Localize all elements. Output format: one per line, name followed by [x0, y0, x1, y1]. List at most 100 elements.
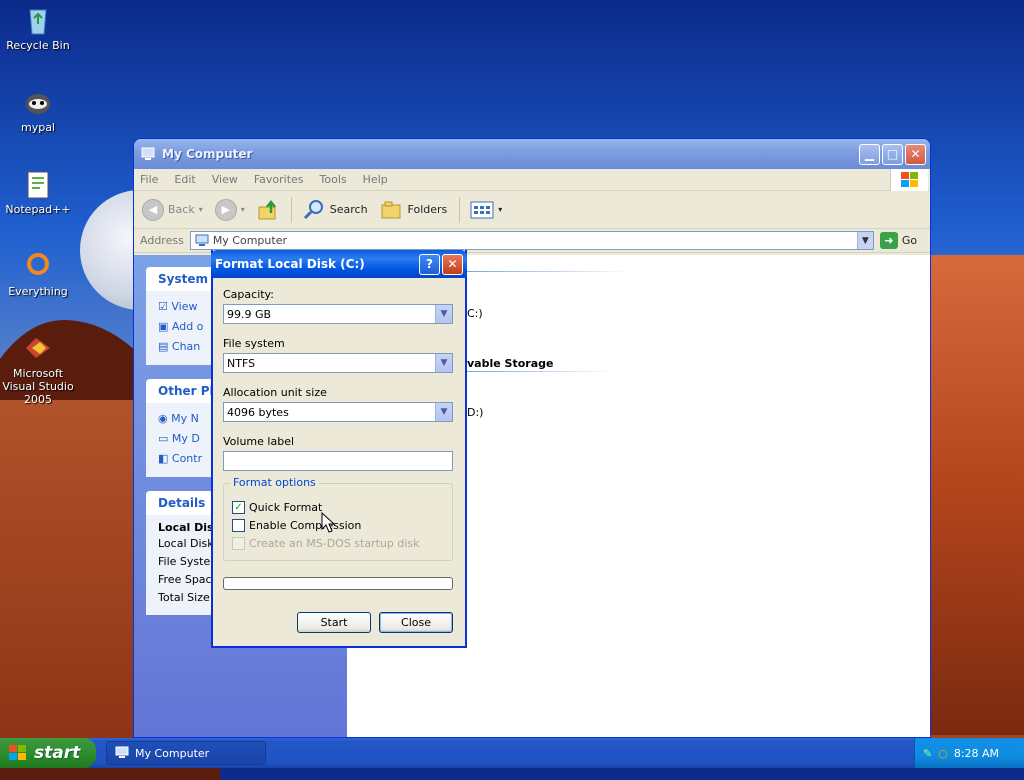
window-titlebar[interactable]: My Computer ▁ □ ✕ — [134, 139, 930, 169]
format-dialog[interactable]: Format Local Disk (C:) ? ✕ Capacity: 99.… — [211, 250, 467, 648]
format-dialog-titlebar[interactable]: Format Local Disk (C:) ? ✕ — [211, 250, 467, 278]
search-label: Search — [329, 203, 368, 216]
toolbar-separator — [459, 196, 461, 223]
capacity-value: 99.9 GB — [227, 307, 272, 321]
filesystem-select[interactable]: NTFS ▼ — [223, 353, 453, 373]
go-button[interactable]: ➜ Go — [879, 232, 918, 249]
my-computer-icon — [115, 746, 129, 758]
go-label: Go — [901, 234, 918, 247]
msdos-startup-label: Create an MS-DOS startup disk — [249, 536, 420, 550]
chevron-down-icon[interactable]: ▼ — [435, 354, 452, 372]
window-title: My Computer — [162, 147, 253, 161]
back-button[interactable]: ◀ Back ▾ — [142, 198, 203, 221]
desktop-icon-mypal[interactable]: mypal — [0, 86, 78, 134]
search-button[interactable]: Search — [302, 198, 368, 222]
address-dropdown-button[interactable]: ▼ — [856, 232, 873, 249]
tray-app-icon[interactable]: ✎ — [923, 747, 932, 760]
quick-format-checkbox[interactable]: ✓ Quick Format — [232, 498, 444, 516]
close-dialog-button[interactable]: ✕ — [442, 253, 463, 275]
alloc-unit-label: Allocation unit size — [223, 386, 327, 399]
start-button-taskbar[interactable]: start — [0, 738, 96, 768]
desktop-icon-recycle-bin[interactable]: Recycle Bin — [0, 4, 78, 52]
close-button[interactable]: Close — [379, 612, 453, 633]
address-input[interactable]: My Computer ▼ — [189, 231, 874, 250]
info-icon: ☑ — [158, 300, 172, 313]
taskbar-item-my-computer[interactable]: My Computer — [106, 741, 266, 765]
back-arrow-icon: ◀ — [142, 198, 164, 221]
forward-button[interactable]: ▶ ▾ — [214, 198, 245, 221]
control-panel-icon: ◧ — [158, 452, 172, 465]
folders-button[interactable]: Folders — [380, 199, 448, 221]
desktop-icon-label: mypal — [20, 121, 55, 134]
filesystem-label: File system — [223, 337, 285, 350]
start-button[interactable]: Start — [297, 612, 371, 633]
enable-compression-checkbox[interactable]: Enable Compression — [232, 516, 444, 534]
chevron-down-icon: ▾ — [240, 205, 245, 214]
mypal-icon — [26, 94, 50, 114]
msdos-startup-checkbox: Create an MS-DOS startup disk — [232, 534, 444, 552]
desktop-dune-left — [0, 400, 145, 745]
views-button[interactable]: ▾ — [470, 200, 502, 220]
group-divider — [467, 271, 633, 272]
drive-c-label[interactable]: C:) — [467, 307, 483, 320]
desktop-icon-label: Everything — [8, 285, 68, 298]
system-tray: ✎ ○ 8:28 AM — [914, 738, 1024, 768]
toolbar-separator — [290, 196, 292, 223]
desktop-icon-everything[interactable]: Everything — [0, 250, 78, 298]
windows-flag-icon — [890, 168, 928, 191]
control-icon: ▤ — [158, 340, 172, 353]
taskbar-item-label: My Computer — [135, 746, 210, 760]
address-value: My Computer — [212, 234, 287, 247]
enable-compression-label: Enable Compression — [249, 518, 362, 532]
start-label: start — [34, 743, 81, 763]
desktop-icon-label: Microsoft Visual Studio 2005 — [2, 367, 74, 406]
everything-icon — [27, 253, 49, 275]
menu-favorites[interactable]: Favorites — [254, 173, 304, 186]
chevron-down-icon: ▾ — [198, 205, 203, 214]
chevron-down-icon[interactable]: ▼ — [435, 403, 452, 421]
alloc-unit-value: 4096 bytes — [227, 405, 289, 419]
taskbar: start My Computer ✎ ○ 8:28 AM — [0, 738, 1024, 768]
maximize-button[interactable]: □ — [882, 143, 903, 165]
group-divider — [467, 371, 617, 372]
chevron-down-icon[interactable]: ▼ — [435, 305, 452, 323]
alloc-unit-select[interactable]: 4096 bytes ▼ — [223, 402, 453, 422]
up-folder-button[interactable] — [257, 199, 279, 221]
mouse-cursor-icon — [321, 512, 336, 533]
volume-label-label: Volume label — [223, 435, 295, 448]
desktop-icon-notepadpp[interactable]: Notepad++ — [0, 168, 78, 216]
chevron-down-icon: ▾ — [498, 205, 503, 214]
desktop-icon-label: Notepad++ — [5, 203, 71, 216]
quick-format-label: Quick Format — [249, 500, 323, 514]
back-label: Back — [168, 203, 195, 216]
minimize-button[interactable]: ▁ — [859, 143, 880, 165]
documents-icon: ▭ — [158, 432, 172, 445]
tray-search-icon[interactable]: ○ — [938, 747, 948, 760]
notepad-plus-plus-icon — [27, 171, 49, 199]
help-button[interactable]: ? — [419, 253, 440, 275]
folders-label: Folders — [407, 203, 448, 216]
views-icon — [470, 201, 494, 218]
checkbox-empty — [232, 518, 245, 532]
network-icon: ◉ — [158, 412, 172, 425]
folders-icon — [381, 201, 401, 218]
drive-d-label[interactable]: D:) — [467, 406, 483, 419]
add-remove-icon: ▣ — [158, 320, 172, 333]
clock[interactable]: 8:28 AM — [954, 747, 999, 760]
recycle-bin-icon — [29, 9, 47, 35]
format-progress-bar — [223, 577, 453, 590]
volume-label-input[interactable] — [223, 451, 453, 471]
up-folder-icon — [258, 199, 276, 219]
close-window-button[interactable]: ✕ — [905, 143, 926, 165]
menu-help[interactable]: Help — [363, 173, 388, 186]
menu-view[interactable]: View — [212, 173, 238, 186]
filesystem-value: NTFS — [227, 356, 256, 370]
checkbox-disabled — [232, 536, 245, 550]
removable-storage-header: vable Storage — [467, 357, 554, 370]
menu-file[interactable]: File — [140, 173, 158, 186]
capacity-select[interactable]: 99.9 GB ▼ — [223, 304, 453, 324]
menu-edit[interactable]: Edit — [174, 173, 195, 186]
desktop-icon-visual-studio[interactable]: Microsoft Visual Studio 2005 — [0, 332, 78, 406]
my-computer-icon — [195, 234, 209, 246]
menu-tools[interactable]: Tools — [320, 173, 347, 186]
